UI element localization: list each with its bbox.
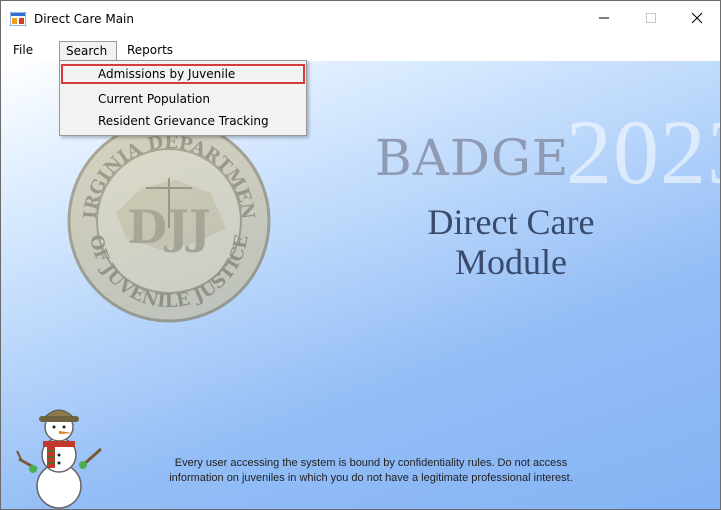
module-title-line-2: Module (455, 242, 567, 282)
badge-title: BADGE (375, 129, 570, 187)
notice-line-1: Every user accessing the system is bound… (174, 457, 568, 469)
search-dropdown-menu: Admissions by Juvenile Current Populatio… (59, 60, 307, 136)
window-title: Direct Care Main (34, 12, 134, 26)
app-icon (10, 12, 26, 26)
minimize-icon (599, 17, 609, 19)
menu-item-admissions-by-juvenile[interactable]: Admissions by Juvenile (61, 64, 305, 84)
minimize-button[interactable] (581, 1, 627, 35)
close-button[interactable] (674, 1, 720, 35)
badge-year: 2023 (566, 101, 720, 203)
maximize-button[interactable] (628, 1, 674, 35)
snowman-image (16, 409, 102, 509)
menu-item-current-population[interactable]: Current Population (61, 89, 305, 109)
menu-search[interactable]: Search (59, 41, 117, 61)
title-bar: Direct Care Main (1, 1, 720, 39)
notice-line-2: information on juveniles in which you do… (169, 472, 573, 484)
seal-monogram: DJJ (127, 200, 210, 254)
menu-bar: File Search Reports (1, 39, 720, 61)
confidentiality-notice: Every user accessing the system is bound… (131, 456, 611, 486)
menu-reports[interactable]: Reports (121, 41, 179, 61)
close-icon (691, 12, 703, 24)
main-window: Direct Care Main File Search Reports VIR… (0, 0, 721, 510)
menu-item-resident-grievance-tracking[interactable]: Resident Grievance Tracking (61, 111, 305, 131)
maximize-icon (646, 13, 656, 23)
module-title-line-1: Direct Care (427, 202, 595, 242)
djj-seal-logo: VIRGINIA DEPARTMENT OF JUVENILE JUSTICE … (66, 118, 271, 323)
menu-file[interactable]: File (7, 41, 39, 61)
